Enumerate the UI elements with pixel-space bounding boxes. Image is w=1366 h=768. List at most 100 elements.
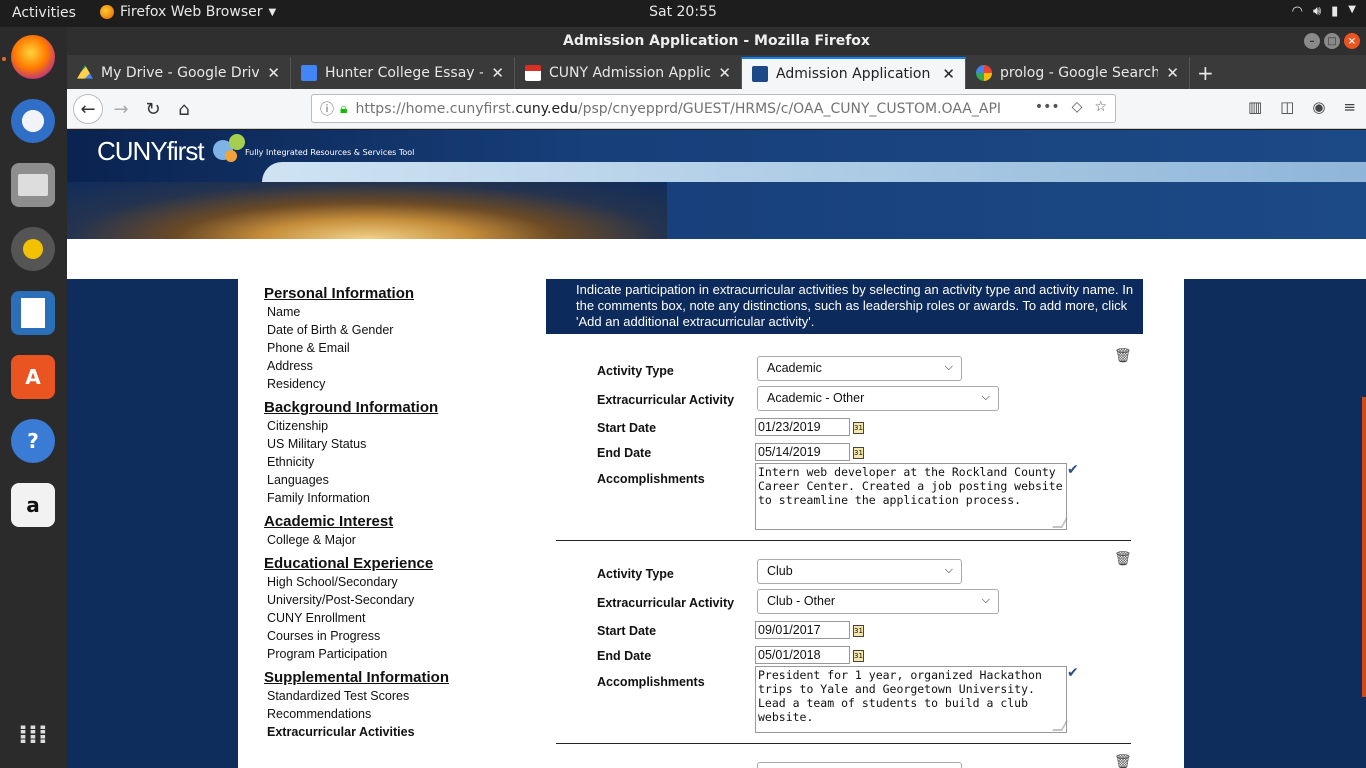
nav-link[interactable]: Extracurricular Activities (264, 723, 546, 741)
google-docs-icon (301, 65, 317, 81)
nav-link[interactable]: Recommendations (264, 705, 546, 723)
tab-label: My Drive - Google Drive (101, 65, 260, 81)
nav-link[interactable]: Residency (264, 375, 546, 393)
trash-icon[interactable]: 🗑︎ (1114, 348, 1132, 364)
nav-link[interactable]: Phone & Email (264, 339, 546, 357)
close-icon[interactable]: ✕ (718, 64, 731, 82)
back-button[interactable]: ← (73, 94, 103, 124)
firefox-launcher-icon[interactable] (11, 35, 55, 79)
page-scrollbar[interactable] (1362, 397, 1366, 697)
close-icon[interactable]: ✕ (491, 64, 504, 82)
reload-button[interactable]: ↻ (139, 96, 167, 122)
activity-type-select[interactable] (757, 762, 962, 768)
trash-icon[interactable]: 🗑︎ (1114, 754, 1132, 768)
nav-link[interactable]: Program Participation (264, 645, 546, 663)
extracurricular-activity-select[interactable]: Club - Other ⌵ (757, 589, 999, 614)
active-indicator (2, 57, 6, 61)
tab-hunter-essay[interactable]: Hunter College Essay - Go ✕ (291, 57, 515, 89)
maximize-button[interactable]: □ (1324, 33, 1340, 49)
amazon-launcher-icon[interactable]: a (11, 483, 55, 527)
nav-link[interactable]: Citizenship (264, 417, 546, 435)
nav-section: Personal Information Name Date of Birth & … (264, 285, 546, 393)
start-date-input[interactable]: 09/01/2017 (755, 621, 850, 639)
nav-link[interactable]: Ethnicity (264, 453, 546, 471)
nav-section-title: Academic Interest (264, 513, 394, 530)
software-center-launcher-icon[interactable]: A (11, 355, 55, 399)
minimize-button[interactable]: – (1304, 33, 1320, 49)
close-icon[interactable]: ✕ (1166, 64, 1179, 82)
url-text[interactable]: https://home.cunyfirst.cuny.edu/psp/cnye… (355, 101, 1005, 117)
nav-link[interactable]: Standardized Test Scores (264, 687, 546, 705)
spell-check-icon[interactable]: ✔︎ (1067, 665, 1079, 681)
close-icon[interactable]: ✕ (942, 65, 955, 83)
info-icon[interactable]: ⓘ (320, 99, 334, 119)
end-date-input[interactable]: 05/01/2018 (755, 646, 850, 664)
nav-link[interactable]: Name (264, 303, 546, 321)
trash-icon[interactable]: 🗑︎ (1114, 551, 1132, 567)
tab-bar: My Drive - Google Drive ✕ Hunter College… (67, 55, 1366, 89)
help-launcher-icon[interactable]: ? (11, 419, 55, 463)
calendar-icon[interactable]: 31 (853, 422, 864, 434)
app-menu[interactable]: Firefox Web Browser ▼ (100, 4, 276, 20)
new-tab-button[interactable]: + (1197, 61, 1214, 85)
entry-divider (556, 743, 1131, 744)
calendar-icon[interactable]: 31 (853, 650, 864, 662)
end-date-input[interactable]: 05/14/2019 (755, 443, 850, 461)
google-drive-icon (77, 65, 93, 79)
accomplishments-textarea[interactable]: Intern web developer at the Rockland Cou… (755, 463, 1068, 530)
activities-button[interactable]: Activities (12, 5, 76, 21)
calendar-icon[interactable]: 31 (853, 625, 864, 637)
url-bar[interactable]: ⓘ 🔒︎ https://home.cunyfirst.cuny.edu/psp… (311, 94, 1116, 123)
app-menu-label: Firefox Web Browser (120, 4, 263, 20)
nav-link[interactable]: University/Post-Secondary (264, 591, 546, 609)
start-date-input[interactable]: 01/23/2019 (755, 418, 850, 436)
cunyfirst-logo[interactable]: CUNYfirst (97, 136, 205, 167)
tab-cuny-admission[interactable]: CUNY Admission Applica ✕ (515, 57, 742, 89)
nav-link[interactable]: US Military Status (264, 435, 546, 453)
tab-admission-application[interactable]: Admission Application ✕ (742, 57, 966, 89)
library-icon[interactable]: ▥ (1248, 98, 1262, 116)
nav-link[interactable]: Languages (264, 471, 546, 489)
system-tray[interactable]: ◠ 🔊︎ ▮ ▼ (1292, 4, 1356, 19)
show-applications-icon[interactable]: ⁞⁞⁞ (11, 713, 55, 757)
forward-button[interactable]: → (107, 96, 135, 122)
files-launcher-icon[interactable] (11, 163, 55, 207)
pocket-icon[interactable]: ◇ (1072, 99, 1083, 115)
firefox-icon (100, 5, 114, 19)
nav-link[interactable]: Address (264, 357, 546, 375)
google-icon (976, 65, 992, 81)
spell-check-icon[interactable]: ✔︎ (1067, 462, 1079, 478)
system-top-bar: Activities Firefox Web Browser ▼ Sat 20:… (0, 0, 1366, 27)
nav-link[interactable]: Family Information (264, 489, 546, 507)
close-window-button[interactable]: × (1344, 33, 1360, 49)
home-button[interactable]: ⌂ (170, 96, 198, 122)
window-title-bar: Admission Application - Mozilla Firefox … (67, 27, 1366, 55)
activity-type-select[interactable]: Academic ⌵ (757, 356, 962, 381)
nav-link[interactable]: High School/Secondary (264, 573, 546, 591)
tab-prolog-search[interactable]: prolog - Google Search ✕ (966, 57, 1190, 89)
account-icon[interactable]: ◉ (1312, 98, 1325, 116)
nav-section-title: Educational Experience (264, 555, 434, 572)
thunderbird-launcher-icon[interactable] (11, 99, 55, 143)
nav-section-title: Supplemental Information (264, 669, 450, 686)
nav-link[interactable]: CUNY Enrollment (264, 609, 546, 627)
hamburger-menu-icon[interactable]: ≡ (1343, 98, 1356, 116)
bookmark-star-icon[interactable]: ☆ (1094, 99, 1107, 115)
page-actions-icon[interactable]: ••• (1035, 99, 1060, 115)
nav-link[interactable]: Date of Birth & Gender (264, 321, 546, 339)
accomplishments-label: Accomplishments (597, 472, 705, 486)
tab-label: prolog - Google Search (1000, 65, 1159, 81)
nav-link[interactable]: Courses in Progress (264, 627, 546, 645)
close-icon[interactable]: ✕ (267, 64, 280, 82)
sidebar-icon[interactable]: ◫ (1280, 98, 1294, 116)
nav-link[interactable]: College & Major (264, 531, 546, 549)
activity-type-select[interactable]: Club ⌵ (757, 559, 962, 584)
tab-google-drive[interactable]: My Drive - Google Drive ✕ (67, 57, 291, 89)
logo-orbs-icon (213, 134, 245, 162)
accomplishments-textarea[interactable]: President for 1 year, organized Hackatho… (755, 666, 1068, 733)
chevron-down-icon: ⌵ (981, 594, 990, 606)
writer-launcher-icon[interactable] (11, 291, 55, 335)
calendar-icon[interactable]: 31 (853, 447, 864, 459)
rhythmbox-launcher-icon[interactable] (11, 227, 55, 271)
extracurricular-activity-select[interactable]: Academic - Other ⌵ (757, 386, 999, 411)
